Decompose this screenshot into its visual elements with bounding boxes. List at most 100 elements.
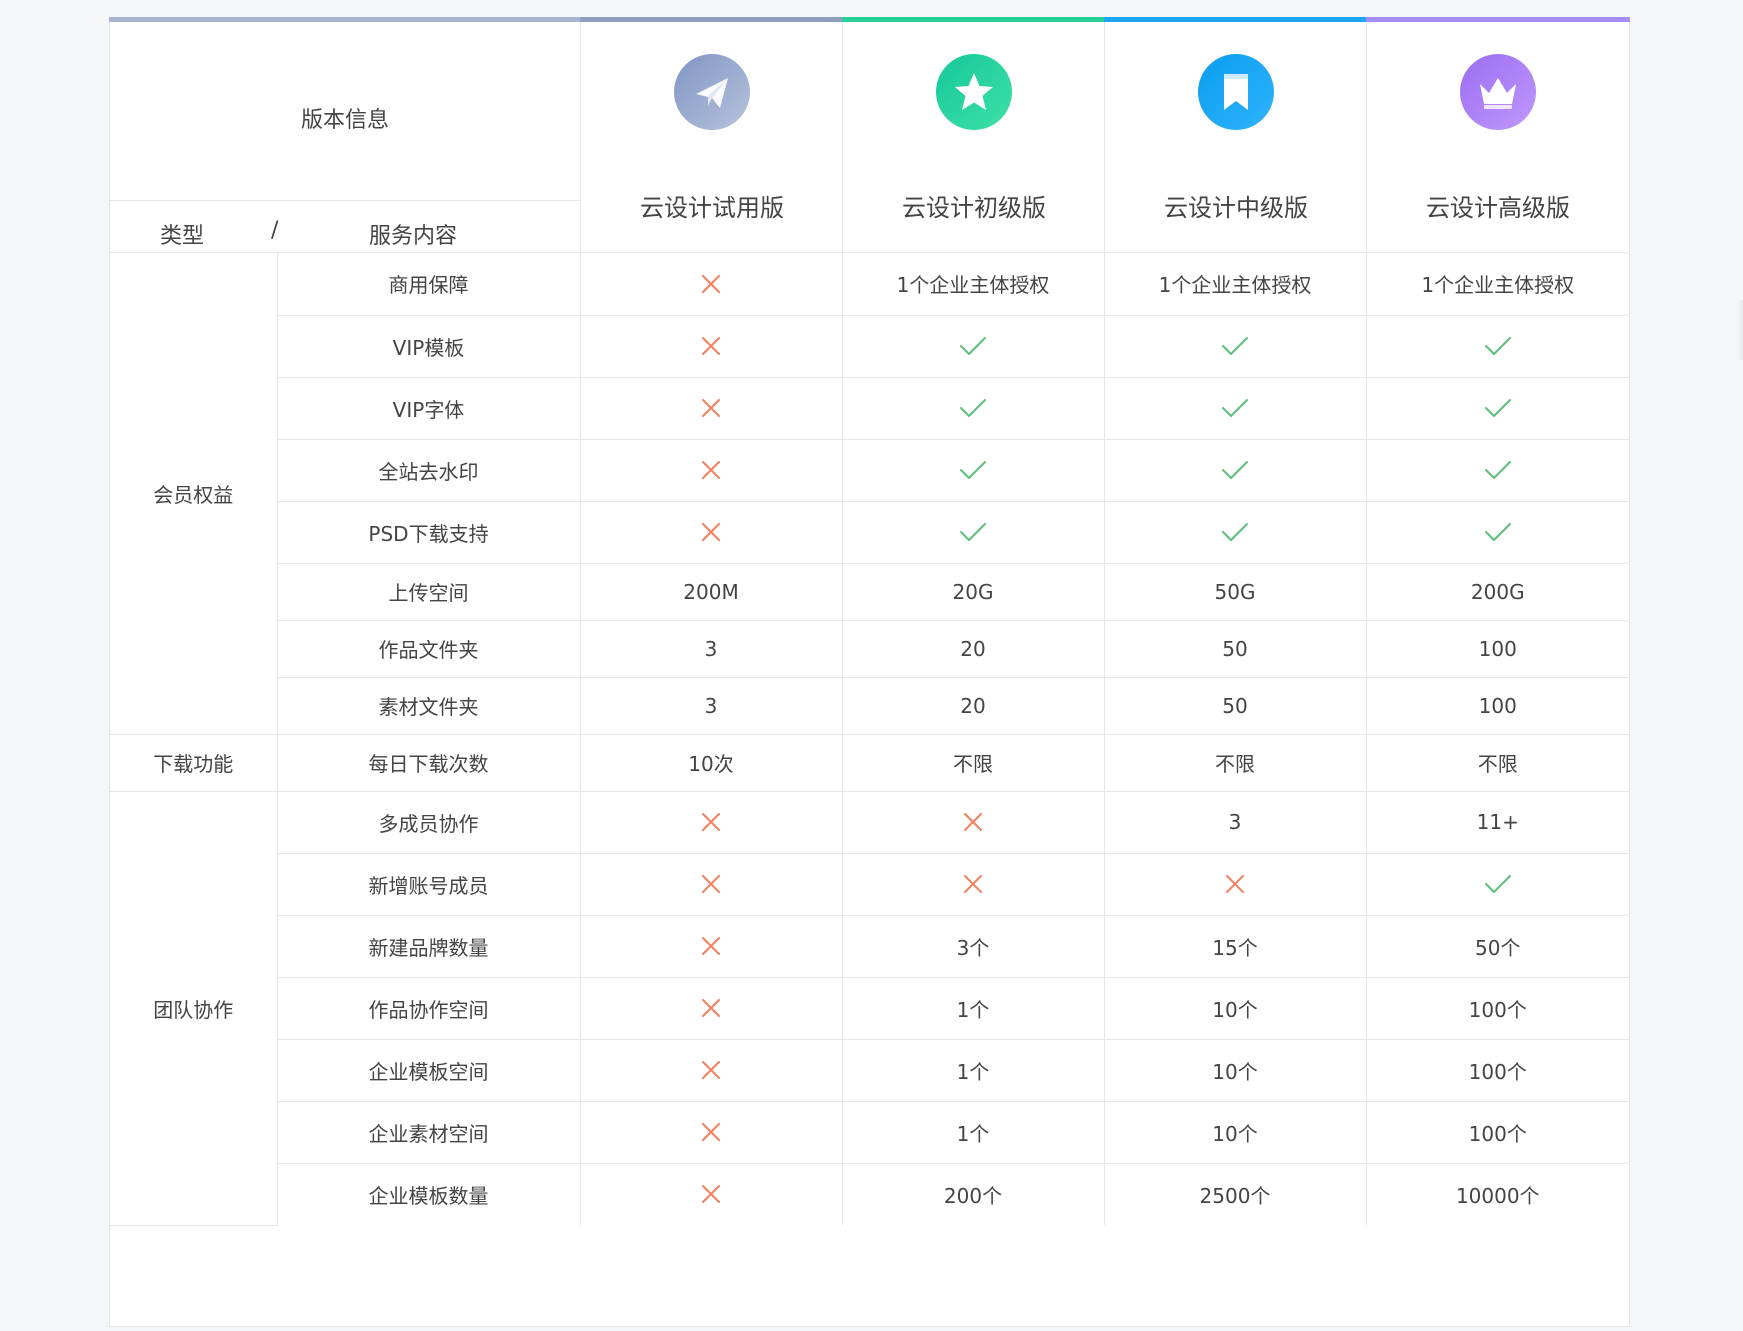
table-row: 新增账号成员 <box>110 852 1630 916</box>
table-row: 企业素材空间 1个 10个 100个 <box>110 1100 1629 1164</box>
value-cell-intermediate: 15个 <box>1103 914 1367 978</box>
value-cell-intermediate: 2500个 <box>1103 1162 1367 1225</box>
value-cell-trial <box>579 253 843 316</box>
plan-name-trial: 云设计试用版 <box>640 194 784 222</box>
value-cell-intermediate <box>1103 852 1367 916</box>
table-row: 作品文件夹 3 20 50 100 <box>110 619 1629 678</box>
check-icon <box>1367 873 1630 895</box>
table-row: 新建品牌数量 3个 15个 50个 <box>110 914 1629 978</box>
value-cell-trial <box>579 438 843 502</box>
cross-icon <box>581 397 842 419</box>
plan-name-intermediate: 云设计中级版 <box>1164 194 1308 222</box>
value-cell-advanced: 1个企业主体授权 <box>1365 253 1629 316</box>
value-cell-intermediate: 3 <box>1103 790 1367 854</box>
type-label: 类型 <box>160 224 205 249</box>
value-cell-advanced: 不限 <box>1365 733 1629 792</box>
cross-icon <box>581 1121 842 1143</box>
plan-header-intermediate: 云设计中级版 <box>1104 22 1367 256</box>
check-icon <box>1105 397 1366 419</box>
table-row: 作品协作空间 1个 10个 100个 <box>110 976 1629 1040</box>
check-icon <box>1367 521 1630 543</box>
value-cell-intermediate <box>1103 314 1367 378</box>
value-cell-basic: 1个企业主体授权 <box>841 253 1105 316</box>
header-divider <box>110 200 580 201</box>
value-cell-intermediate: 10个 <box>1103 976 1367 1040</box>
plan-name-advanced: 云设计高级版 <box>1426 194 1570 222</box>
cross-icon <box>843 873 1104 895</box>
value-cell-basic: 1个 <box>841 1100 1105 1164</box>
table-row: VIP字体 <box>110 376 1630 440</box>
check-icon <box>1367 397 1630 419</box>
service-name-cell: VIP字体 <box>277 376 581 440</box>
plan-header-trial: 云设计试用版 <box>580 22 843 256</box>
value-cell-trial <box>579 376 843 440</box>
value-cell-intermediate: 10个 <box>1103 1100 1367 1164</box>
service-name-cell: VIP模板 <box>277 314 581 378</box>
cross-icon <box>581 811 842 833</box>
cross-icon <box>581 873 842 895</box>
value-cell-intermediate: 不限 <box>1103 733 1367 792</box>
check-icon <box>1105 521 1366 543</box>
value-cell-advanced <box>1365 314 1630 378</box>
value-cell-trial: 3 <box>579 676 843 735</box>
service-name-cell: 新增账号成员 <box>277 852 581 916</box>
table-row: 团队协作 多成员协作 3 11+ <box>110 790 1629 1226</box>
version-info-header: 版本信息 类型 / 服务内容 <box>110 22 580 256</box>
check-icon <box>1367 335 1630 357</box>
cross-icon <box>1105 873 1366 895</box>
value-cell-trial <box>579 790 843 854</box>
value-cell-trial <box>579 314 843 378</box>
value-cell-basic <box>841 376 1105 440</box>
crown-icon <box>1460 54 1536 130</box>
type-service-separator: / <box>271 218 279 243</box>
value-cell-basic: 不限 <box>841 733 1105 792</box>
service-name-cell: 全站去水印 <box>277 438 581 502</box>
value-cell-advanced: 200G <box>1365 562 1629 621</box>
cross-icon <box>581 1183 842 1205</box>
features-table: 会员权益 商用保障 1个企业主体授权 1个企业主体授权 1个企业主体授权 VIP模板 VIP… <box>110 253 1629 1226</box>
value-cell-basic <box>841 790 1105 854</box>
cross-icon <box>581 459 842 481</box>
table-row: 企业模板数量 200个 2500个 10000个 <box>110 1162 1629 1225</box>
bookmark-icon <box>1198 54 1274 130</box>
value-cell-trial: 200M <box>579 562 843 621</box>
cross-icon <box>843 811 1104 833</box>
service-name-cell: 每日下载次数 <box>276 733 581 792</box>
category-cell: 会员权益 <box>110 253 278 735</box>
check-icon <box>1367 459 1630 481</box>
value-cell-advanced: 100个 <box>1365 1038 1629 1102</box>
value-cell-intermediate: 10个 <box>1103 1038 1367 1102</box>
value-cell-advanced <box>1365 438 1630 502</box>
table-row: 企业模板空间 1个 10个 100个 <box>110 1038 1629 1102</box>
plan-header-advanced: 云设计高级版 <box>1366 22 1630 256</box>
category-cell: 团队协作 <box>110 790 278 1226</box>
value-cell-trial <box>579 976 843 1040</box>
table-row: PSD下载支持 <box>110 500 1630 564</box>
value-cell-intermediate <box>1103 438 1367 502</box>
value-cell-basic: 20G <box>841 562 1105 621</box>
table-row: 素材文件夹 3 20 50 100 <box>110 676 1629 735</box>
value-cell-advanced: 100个 <box>1365 976 1629 1040</box>
value-cell-basic: 20 <box>841 676 1105 735</box>
service-name-cell: 多成员协作 <box>276 790 581 854</box>
value-cell-trial <box>579 1162 843 1225</box>
check-icon <box>1105 459 1366 481</box>
table-row: 会员权益 商用保障 1个企业主体授权 1个企业主体授权 1个企业主体授权 <box>110 253 1629 735</box>
value-cell-basic <box>841 852 1105 916</box>
value-cell-trial: 3 <box>579 619 843 678</box>
service-label: 服务内容 <box>369 224 458 249</box>
service-name-cell: 企业模板空间 <box>277 1038 581 1102</box>
cross-icon <box>581 273 842 295</box>
value-cell-basic: 200个 <box>841 1162 1105 1225</box>
value-cell-basic <box>841 500 1105 564</box>
check-icon <box>843 397 1104 419</box>
value-cell-trial <box>579 1038 843 1102</box>
version-info-title: 版本信息 <box>300 108 389 133</box>
service-name-cell: 新建品牌数量 <box>277 914 581 978</box>
service-name-cell: 上传空间 <box>277 562 581 621</box>
service-name-cell: 企业素材空间 <box>277 1100 581 1164</box>
value-cell-advanced <box>1365 500 1630 564</box>
value-cell-intermediate: 50 <box>1103 676 1367 735</box>
service-name-cell: 作品文件夹 <box>277 619 581 678</box>
value-cell-advanced: 11+ <box>1365 790 1629 854</box>
